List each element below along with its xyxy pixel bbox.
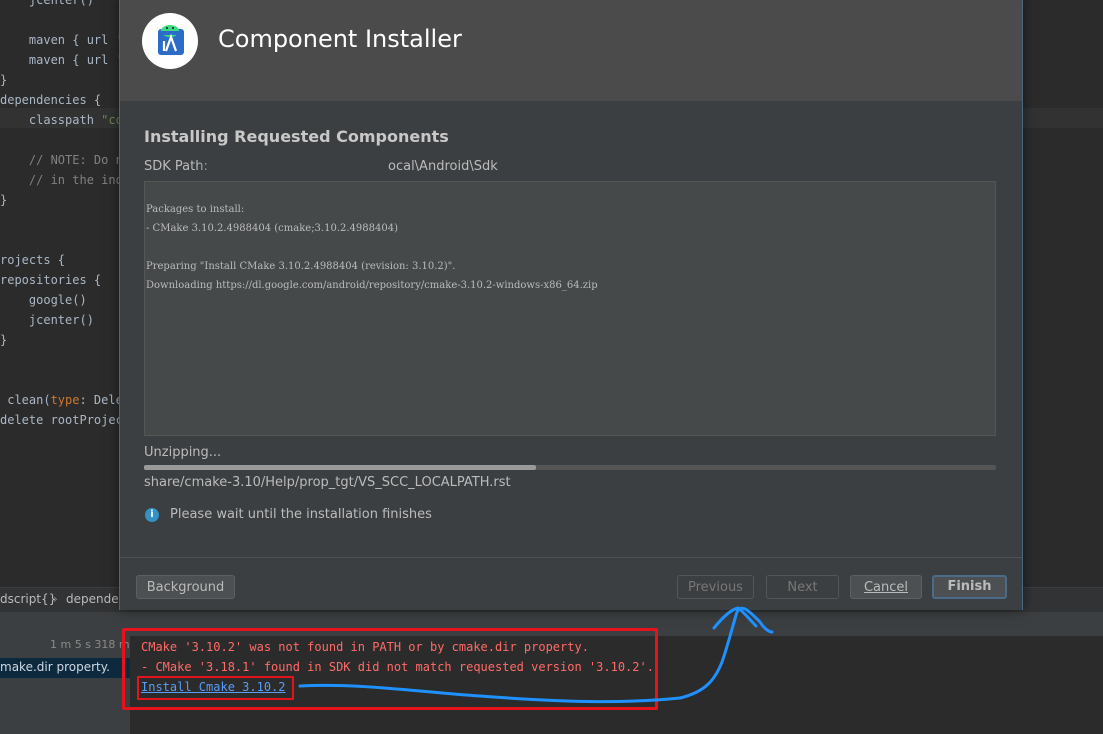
info-message: Please wait until the installation finis… (170, 507, 432, 522)
log-line: Downloading https://dl.google.com/androi… (146, 280, 598, 291)
info-icon: i (145, 508, 159, 522)
build-tree-pane: 1 m 5 s 318 m make.dir property. (0, 636, 131, 734)
component-installer-dialog: Component Installer Installing Requested… (119, 0, 1023, 610)
cancel-button-label: Cancel (863, 580, 909, 595)
code-line: google() (0, 293, 87, 307)
build-tree-item-label: make.dir property. (0, 660, 110, 674)
log-line: - CMake 3.10.2.4988404 (cmake;3.10.2.498… (146, 223, 398, 234)
code-line: } (0, 193, 8, 207)
code-line: maven { url 'h (0, 33, 130, 47)
code-line: jcenter() (0, 313, 94, 327)
dialog-body: Installing Requested Components SDK Path… (120, 101, 1022, 557)
build-tree-selected-item[interactable]: make.dir property. (0, 658, 130, 678)
sdk-path-label: SDK Path: (144, 159, 208, 174)
code-line: } (0, 333, 8, 347)
code-line: maven { url 'h (0, 53, 130, 67)
log-line: Packages to install: (146, 204, 245, 215)
sdk-path-redacted (200, 157, 390, 177)
current-file-label: share/cmake-3.10/Help/prop_tgt/VS_SCC_LO… (144, 475, 511, 490)
code-line: repositories { (0, 273, 102, 287)
status-label: Unzipping... (144, 445, 222, 460)
android-studio-logo-icon (142, 13, 198, 69)
code-line: clean(type: Delet (0, 393, 131, 407)
background-button[interactable]: Background (136, 575, 235, 599)
code-line: } (0, 73, 8, 87)
progress-bar-fill (144, 465, 536, 470)
code-line: jcenter() (0, 0, 94, 7)
previous-button[interactable]: Previous (677, 575, 754, 599)
code-line: // in the indi (0, 173, 131, 187)
code-line: delete rootProject (0, 413, 131, 427)
build-time-label: 1 m 5 s 318 m (50, 638, 130, 651)
section-title: Installing Requested Components (144, 127, 449, 146)
code-line: rojects { (0, 253, 66, 267)
dialog-title: Component Installer (218, 25, 462, 53)
breadcrumb-item-dependencies[interactable]: depende (66, 592, 119, 606)
cancel-button[interactable]: Cancel (850, 575, 922, 599)
annotation-red-box-link (137, 676, 294, 700)
code-line: // NOTE: Do no (0, 153, 131, 167)
progress-bar (144, 465, 996, 470)
log-line: Preparing "Install CMake 3.10.2.4988404 … (146, 261, 456, 272)
install-log[interactable]: Packages to install: - CMake 3.10.2.4988… (144, 181, 996, 436)
dialog-footer: Background Previous Next Cancel Finish (120, 557, 1022, 610)
breadcrumb-separator-icon: › (53, 592, 58, 606)
dialog-header: Component Installer (120, 0, 1022, 101)
next-button[interactable]: Next (766, 575, 839, 599)
code-line: classpath "co (0, 113, 123, 127)
code-line: dependencies { (0, 93, 102, 107)
breadcrumb-item-script[interactable]: dscript{} (0, 592, 56, 606)
finish-button[interactable]: Finish (932, 575, 1007, 599)
sdk-path-value: ocal\Android\Sdk (388, 159, 498, 174)
